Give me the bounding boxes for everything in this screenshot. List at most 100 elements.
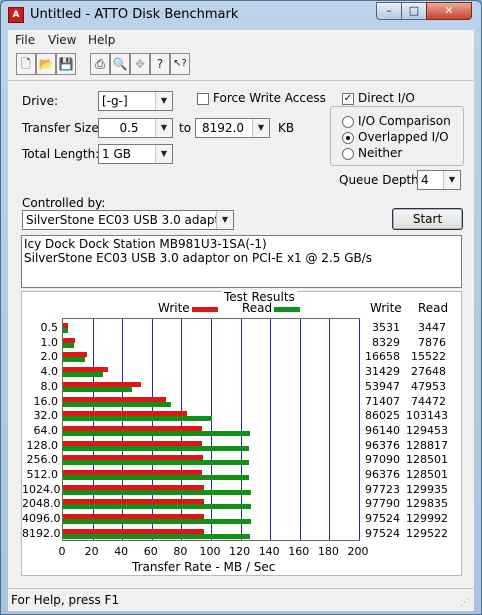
write-value: 16658 bbox=[365, 350, 400, 364]
x-tick-label: 0 bbox=[58, 545, 66, 558]
io-comparison-radio[interactable] bbox=[342, 116, 354, 128]
x-tick-label: 80 bbox=[173, 545, 188, 558]
total-length-select[interactable]: 1 GB ▼ bbox=[98, 144, 173, 164]
controlled-by-value: SilverStone EC03 USB 3.0 adaptor bbox=[26, 213, 232, 227]
read-value: 129453 bbox=[406, 423, 448, 437]
write-value: 3531 bbox=[372, 321, 400, 334]
toolbar-divider bbox=[8, 80, 474, 81]
queue-depth-label: Queue Depth: bbox=[339, 173, 423, 187]
transfer-to-value: 8192.0 bbox=[202, 121, 244, 135]
menu-file[interactable]: File bbox=[15, 33, 35, 47]
read-bar bbox=[63, 533, 250, 539]
menu-view[interactable]: View bbox=[48, 33, 76, 47]
x-tick-label: 160 bbox=[288, 545, 310, 558]
read-value: 129835 bbox=[406, 497, 448, 511]
read-bar bbox=[63, 460, 249, 466]
read-bar bbox=[63, 416, 212, 422]
write-value: 71407 bbox=[365, 394, 400, 408]
transfer-to-select[interactable]: 8192.0 ▼ bbox=[195, 118, 270, 138]
chevron-down-icon: ▼ bbox=[443, 171, 460, 189]
kb-label: KB bbox=[278, 121, 295, 135]
x-tick-label: 100 bbox=[199, 545, 221, 558]
minimize-button[interactable]: – bbox=[376, 2, 402, 20]
save-icon[interactable]: 💾 bbox=[56, 53, 76, 75]
x-tick-label: 140 bbox=[258, 545, 280, 558]
context-help-icon[interactable]: ↖? bbox=[170, 53, 190, 75]
title-bar[interactable]: A Untitled - ATTO Disk Benchmark – □ ✕ bbox=[1, 1, 481, 29]
transfer-size-label: 256.0 bbox=[26, 453, 59, 467]
read-value: 27648 bbox=[411, 365, 446, 379]
resize-grip-icon[interactable]: ⋰ bbox=[460, 597, 472, 609]
legend-read-swatch bbox=[274, 307, 300, 312]
transfer-size-label: 8192.0 bbox=[22, 526, 61, 540]
transfer-size-label: 1.0 bbox=[40, 335, 59, 349]
read-bar bbox=[63, 445, 249, 451]
queue-depth-select[interactable]: 4 ▼ bbox=[417, 170, 461, 190]
help-icon[interactable]: ? bbox=[150, 53, 170, 75]
transfer-from-value: 0.5 bbox=[119, 121, 139, 135]
chart-plot-area bbox=[62, 318, 360, 541]
write-value: 96376 bbox=[365, 468, 400, 481]
read-value: 129992 bbox=[406, 512, 448, 526]
print-icon[interactable]: ⎙ bbox=[90, 53, 110, 75]
x-tick-label: 40 bbox=[114, 545, 129, 558]
start-button[interactable]: Start bbox=[392, 208, 463, 230]
x-tick-label: 60 bbox=[143, 545, 158, 558]
force-write-label: Force Write Access bbox=[213, 91, 326, 105]
write-value: 86025 bbox=[365, 409, 400, 423]
transfer-size-label: 2048.0 bbox=[22, 497, 61, 511]
direct-io-checkbox[interactable]: ✓ bbox=[342, 93, 354, 105]
read-bar bbox=[63, 430, 250, 436]
atto-app-icon: A bbox=[8, 7, 24, 23]
transfer-size-label: 4096.0 bbox=[22, 512, 61, 526]
chevron-down-icon: ▼ bbox=[155, 145, 172, 163]
neither-radio[interactable] bbox=[342, 148, 354, 160]
x-tick-label: 200 bbox=[347, 545, 369, 558]
move-icon[interactable]: ✥ bbox=[130, 53, 150, 75]
x-axis-label: Transfer Rate - MB / Sec bbox=[132, 560, 276, 574]
read-bar bbox=[63, 489, 251, 495]
new-file-icon[interactable]: 🗋 bbox=[16, 53, 36, 75]
read-bar bbox=[63, 504, 251, 510]
total-length-label: Total Length: bbox=[22, 147, 100, 161]
chart-gridline bbox=[329, 319, 330, 540]
io-comparison-label: I/O Comparison bbox=[358, 114, 451, 128]
read-column-header: Read bbox=[418, 301, 449, 315]
force-write-checkbox[interactable] bbox=[197, 93, 209, 105]
status-bar: For Help, press F1 ⋰ bbox=[8, 588, 474, 611]
maximize-button[interactable]: □ bbox=[401, 2, 427, 20]
write-value: 96140 bbox=[365, 423, 400, 437]
direct-io-label: Direct I/O bbox=[358, 91, 415, 105]
transfer-size-label: 4.0 bbox=[40, 365, 59, 379]
write-value: 97524 bbox=[365, 526, 400, 540]
read-value: 3447 bbox=[418, 321, 446, 334]
transfer-size-label: 1024.0 bbox=[22, 482, 61, 496]
total-length-value: 1 GB bbox=[102, 147, 131, 161]
transfer-size-label: 0.5 bbox=[40, 321, 59, 334]
x-tick-label: 180 bbox=[317, 545, 339, 558]
read-value: 7876 bbox=[418, 335, 446, 349]
read-bar bbox=[63, 386, 132, 392]
open-folder-icon[interactable]: 📂 bbox=[36, 53, 56, 75]
drive-select[interactable]: [-g-] ▼ bbox=[98, 91, 173, 111]
chevron-down-icon: ▼ bbox=[155, 119, 172, 137]
menu-help[interactable]: Help bbox=[88, 33, 115, 47]
controlled-by-select[interactable]: SilverStone EC03 USB 3.0 adaptor ▼ bbox=[22, 210, 234, 230]
write-value: 97790 bbox=[365, 497, 400, 511]
close-button[interactable]: ✕ bbox=[426, 2, 472, 20]
overlapped-io-radio[interactable] bbox=[342, 132, 354, 144]
menu-bar: File View Help bbox=[8, 30, 474, 50]
write-column-header: Write bbox=[370, 301, 402, 315]
transfer-from-select[interactable]: 0.5 ▼ bbox=[98, 118, 173, 138]
read-bar bbox=[63, 519, 251, 525]
print-preview-icon[interactable]: 🔍 bbox=[110, 53, 130, 75]
read-bar bbox=[63, 342, 74, 348]
description-line: SilverStone EC03 USB 3.0 adaptor on PCI-… bbox=[24, 251, 373, 265]
read-value: 15522 bbox=[411, 350, 446, 364]
chart-gridline bbox=[300, 319, 301, 540]
drive-value: [-g-] bbox=[102, 94, 128, 108]
x-tick-label: 20 bbox=[84, 545, 99, 558]
description-box[interactable]: Icy Dock Dock Station MB981U3-1SA(-1) Si… bbox=[21, 235, 462, 288]
read-bar bbox=[63, 401, 171, 407]
read-value: 129522 bbox=[406, 526, 448, 540]
